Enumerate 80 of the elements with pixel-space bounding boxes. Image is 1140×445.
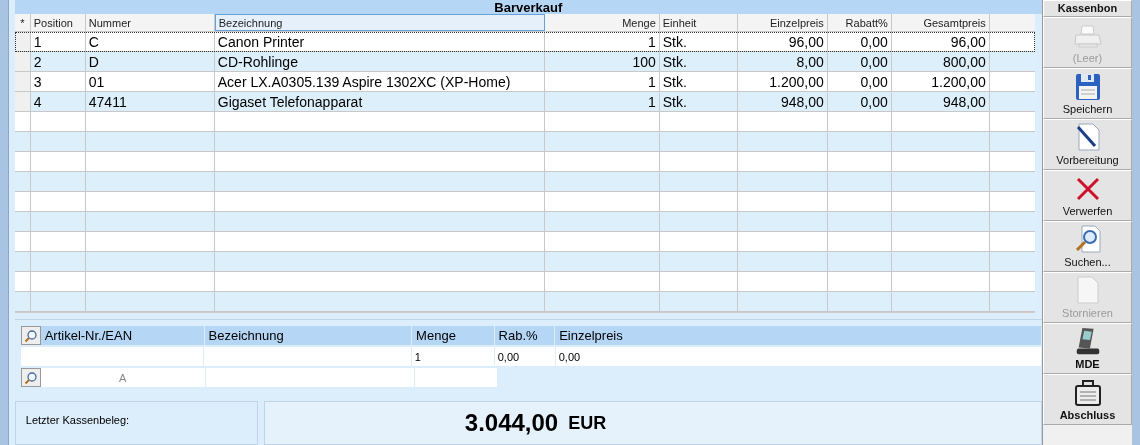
table-cell: 96,00 [737,32,828,51]
table-cell: D [85,52,215,71]
table-cell: CD-Rohlinge [214,52,545,71]
input-field[interactable]: 1 [411,347,495,366]
toolbar-button[interactable]: Verwerfen [1042,170,1133,221]
table-cell: Acer LX.A0305.139 Aspire 1302XC (XP-Home) [214,72,545,91]
table-cell: 1 [30,32,86,51]
table-cell: 0,00 [827,52,892,71]
column-header[interactable]: Einzelpreis [737,14,828,31]
column-header[interactable]: Einheit [659,14,738,31]
row-header[interactable] [14,32,31,51]
toolbar-button[interactable]: Kassenbon [1042,0,1133,17]
search-icon[interactable] [20,368,41,387]
table-cell: Stk. [659,72,738,91]
input-field[interactable] [414,368,498,387]
table-cell: Stk. [659,52,738,71]
column-header[interactable]: Position [30,14,86,31]
table-cell: 8,00 [737,52,828,71]
table-row[interactable]: 3 01 Acer LX.A0305.139 Aspire 1302XC (XP-Home) 1 Stk. 1.200,00 0,00 1.200,00 [14,72,1035,92]
column-header: Artikel-Nr./EAN [40,326,205,345]
table-cell: 800,00 [891,52,990,71]
printer-icon [1072,22,1103,50]
table-cell: 948,00 [737,92,828,111]
window-title: Barverkauf [494,0,563,15]
column-header[interactable]: Menge [544,14,660,31]
empty-row[interactable] [14,232,1035,252]
column-header[interactable]: * [14,14,31,31]
toolbar-button[interactable]: Speichern [1042,68,1133,119]
input-field[interactable]: A [40,368,206,387]
table-cell: 0,00 [827,92,892,111]
input-field[interactable]: 0,00 [555,347,1042,366]
toolbar-button[interactable]: Suchen... [1042,221,1133,272]
table-cell: 0,00 [827,72,892,91]
table-cell: 1 [544,32,660,51]
table-cell: 96,00 [891,32,990,51]
empty-row[interactable] [14,112,1035,132]
toolbar-button[interactable]: MDE [1042,323,1133,374]
table-cell: 1.200,00 [891,72,990,91]
table-cell: 3 [30,72,86,91]
table-cell: Gigaset Telefonapparat [214,92,545,111]
input-field[interactable] [205,368,415,387]
toolbar-button[interactable]: Vorbereitung [1042,119,1133,170]
column-header[interactable]: Gesamtpreis [891,14,990,31]
table-cell: 0,00 [827,32,892,51]
column-header: Menge [412,326,495,345]
table-cell: Canon Printer [214,32,545,51]
column-header: Rab.% [494,326,556,345]
empty-row[interactable] [14,152,1035,172]
input-field[interactable]: 0,00 [494,347,556,366]
table-row[interactable]: 1 C Canon Printer 1 Stk. 96,00 0,00 96,00 [14,32,1035,52]
table-cell: 100 [544,52,660,71]
empty-row[interactable] [14,192,1035,212]
input-field[interactable] [20,347,205,366]
table-cell: 1 [544,72,660,91]
table-cell: 2 [30,52,86,71]
column-header: Bezeichnung [204,326,413,345]
table-row[interactable]: 2 D CD-Rohlinge 100 Stk. 8,00 0,00 800,00 [14,52,1035,72]
column-header[interactable]: Nummer [85,14,215,31]
table-cell: 47411 [85,92,215,111]
briefcase-icon [1072,379,1103,407]
empty-row[interactable] [14,272,1035,292]
table-cell: Stk. [659,32,738,51]
table-cell: Stk. [659,92,738,111]
column-header[interactable]: Rabatt% [827,14,892,31]
table-cell: C [85,32,215,51]
total-amount: 3.044,00 [464,409,559,437]
search-icon[interactable] [20,326,41,345]
table-cell: 1.200,00 [737,72,828,91]
table-cell: 4 [30,92,86,111]
blank-page-icon [1075,275,1100,305]
column-header: Einzelpreis [555,326,1042,345]
table-cell: 01 [85,72,215,91]
table-row[interactable]: 4 47411 Gigaset Telefonapparat 1 Stk. 948,00 0,00 948,00 [14,92,1035,112]
table-cell: 948,00 [891,92,990,111]
toolbar-button[interactable]: Abschluss [1042,374,1133,425]
table-cell: 1 [544,92,660,111]
column-header[interactable]: Bezeichnung [214,14,545,31]
currency-label: EUR [568,412,607,434]
receipt-label: Letzter Kassenbeleg: [25,414,130,426]
input-field[interactable] [204,347,412,366]
